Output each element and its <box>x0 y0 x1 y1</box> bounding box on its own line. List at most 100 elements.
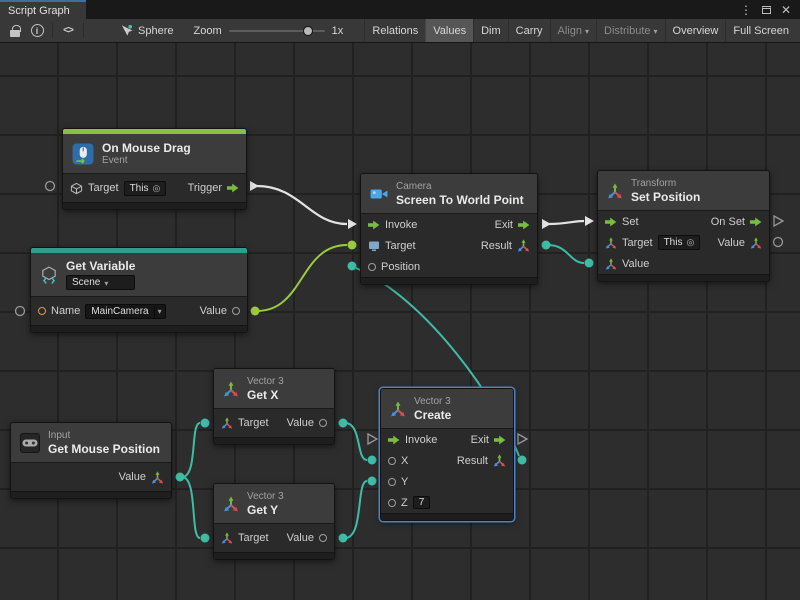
port-label-value: Value <box>287 417 314 429</box>
flow-arrow-icon <box>494 435 506 445</box>
value-port-dot[interactable] <box>232 307 240 315</box>
dim-button[interactable]: Dim <box>473 19 508 42</box>
port-row: Invoke Exit <box>381 429 513 450</box>
port-row: Set On Set <box>598 211 769 232</box>
zoom-control: Zoom 1x <box>193 25 343 37</box>
node-set-position[interactable]: Transform Set Position Set On Set Target… <box>597 170 770 282</box>
node-footer <box>598 274 769 281</box>
tab-script-graph[interactable]: Script Graph <box>0 0 86 19</box>
node-footer <box>361 277 537 284</box>
node-category: Vector 3 <box>247 376 284 388</box>
node-get-x[interactable]: Vector 3 Get X Target Value <box>213 368 335 445</box>
node-get-mouse-position[interactable]: Input Get Mouse Position Value <box>10 422 172 499</box>
node-title: Set Position <box>631 190 700 204</box>
node-title: Create <box>414 408 451 422</box>
transform-port-icon <box>605 237 617 249</box>
node-title: Get Variable <box>66 259 135 273</box>
full-screen-button[interactable]: Full Screen <box>725 19 796 42</box>
port-row: Target Value <box>214 524 334 552</box>
port-row: Target This◎ Trigger <box>63 174 246 202</box>
vector3-icon <box>390 401 406 417</box>
camera-target-icon <box>368 240 380 252</box>
value-port-dot[interactable] <box>319 419 327 427</box>
value-port-dot[interactable] <box>388 499 396 507</box>
distribute-button[interactable]: Distribute▾ <box>596 19 664 42</box>
overview-button[interactable]: Overview <box>665 19 726 42</box>
lock-button[interactable] <box>5 22 25 40</box>
vector3-icon <box>223 496 239 512</box>
node-on-mouse-drag[interactable]: On Mouse Drag Event Target This◎ Trigger <box>62 128 247 210</box>
node-header: Vector 3 Get X <box>214 369 334 409</box>
transform-icon <box>607 183 623 199</box>
node-header: Get Variable Scene▾ <box>31 253 247 297</box>
node-title: Get Y <box>247 503 284 517</box>
value-port-dot[interactable] <box>388 457 396 465</box>
variable-name-dropdown[interactable]: MainCamera▾ <box>85 304 165 319</box>
graph-pointer-icon <box>120 24 133 37</box>
port-row: Y <box>381 471 513 492</box>
camera-icon <box>370 187 388 201</box>
input-icon-box <box>20 433 40 453</box>
values-button[interactable]: Values <box>425 19 473 42</box>
node-title: On Mouse Drag <box>102 141 191 155</box>
port-label-target: Target <box>238 417 269 429</box>
code-icon: <> <box>63 25 73 36</box>
node-vector3-create[interactable]: Vector 3 Create Invoke Exit X Result Y Z… <box>380 388 514 521</box>
flow-arrow-icon <box>750 217 762 227</box>
this-chip[interactable]: This◎ <box>658 235 701 250</box>
carry-button[interactable]: Carry <box>508 19 550 42</box>
vector3-icon <box>750 237 762 249</box>
node-screen-to-world-point[interactable]: Camera Screen To World Point Invoke Exit… <box>360 173 538 285</box>
node-title: Get Mouse Position <box>48 442 160 456</box>
node-category: Vector 3 <box>247 491 284 503</box>
node-category: Vector 3 <box>414 396 451 408</box>
mouse-drag-event-icon <box>72 143 94 165</box>
lock-icon <box>10 30 20 37</box>
node-header: Input Get Mouse Position <box>11 423 171 463</box>
value-port-dot[interactable] <box>319 534 327 542</box>
node-get-y[interactable]: Vector 3 Get Y Target Value <box>213 483 335 560</box>
z-value-field[interactable]: 7 <box>413 496 431 509</box>
chevron-down-icon: ▾ <box>654 27 658 36</box>
vector3-icon <box>493 454 506 467</box>
port-label-value: Value <box>200 305 227 317</box>
this-chip[interactable]: This◎ <box>124 181 167 196</box>
code-view-button[interactable]: <> <box>58 22 78 40</box>
zoom-slider[interactable] <box>229 30 325 32</box>
string-port-dot[interactable] <box>38 307 46 315</box>
variable-scope-dropdown[interactable]: Scene▾ <box>66 275 135 290</box>
port-label-position: Position <box>381 261 420 273</box>
node-category: Camera <box>396 181 524 193</box>
port-label-result: Result <box>457 455 488 467</box>
maximize-icon[interactable] <box>759 2 773 18</box>
node-title: Screen To World Point <box>396 193 524 207</box>
port-label-invoke: Invoke <box>405 434 437 446</box>
toolbar-separator <box>83 23 84 38</box>
graph-target-selector[interactable]: Sphere <box>114 22 179 40</box>
value-port-dot[interactable] <box>388 478 396 486</box>
vector3-icon <box>221 532 233 544</box>
port-row: X Result <box>381 450 513 471</box>
inspect-button[interactable]: i <box>27 22 47 40</box>
node-title: Get X <box>247 388 284 402</box>
node-footer <box>381 513 513 520</box>
align-button[interactable]: Align▾ <box>550 19 596 42</box>
object-picker-icon: ◎ <box>686 237 694 248</box>
close-icon[interactable]: ✕ <box>779 2 793 18</box>
node-header: On Mouse Drag Event <box>63 134 246 174</box>
port-label-target: Target <box>622 237 653 249</box>
node-header: Camera Screen To World Point <box>361 174 537 214</box>
value-port-dot[interactable] <box>368 263 376 271</box>
toolbar-separator <box>52 23 53 38</box>
node-header: Transform Set Position <box>598 171 769 211</box>
chevron-down-icon: ▾ <box>104 279 108 288</box>
script-graph-window: Script Graph ⋮ ✕ i <> Sphere Zoom 1x Rel… <box>0 0 800 600</box>
vector3-icon <box>151 471 164 484</box>
zoom-slider-handle[interactable] <box>303 26 313 36</box>
node-get-variable[interactable]: Get Variable Scene▾ Name MainCamera▾ Val… <box>30 247 248 333</box>
menu-icon[interactable]: ⋮ <box>739 2 753 18</box>
node-footer <box>214 437 334 444</box>
port-label-z: Z <box>401 497 408 509</box>
port-row: Value <box>11 463 171 491</box>
relations-button[interactable]: Relations <box>364 19 425 42</box>
